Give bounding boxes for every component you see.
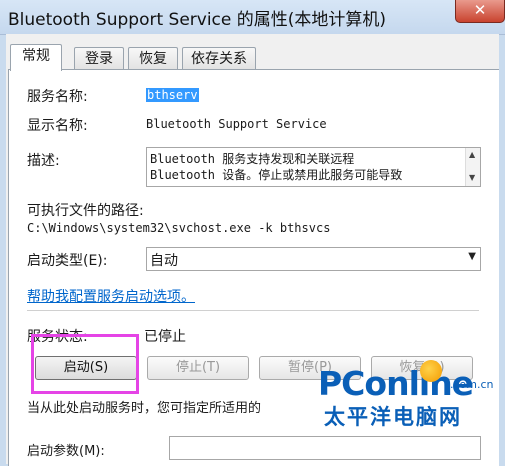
service-name-text: bthserv [146, 88, 199, 102]
service-name-label: 服务名称: [27, 89, 88, 105]
tab-dependencies[interactable]: 依存关系 [182, 47, 256, 70]
display-name-label: 显示名称: [27, 118, 88, 134]
scroll-down-icon[interactable]: ▼ [469, 173, 475, 182]
close-icon: ✕ [473, 1, 487, 19]
watermark-domain: .com.cn [450, 378, 494, 391]
service-properties-window: Bluetooth Support Service 的属性(本地计算机) ✕ 常… [0, 0, 505, 466]
exec-path-value: C:\Windows\system32\svchost.exe -k bthsv… [27, 221, 331, 235]
close-button[interactable]: ✕ [455, 0, 505, 23]
startup-type-select[interactable]: 自动 ▼ [146, 247, 481, 271]
description-scrollbar[interactable]: ▲ ▼ [465, 148, 480, 186]
description-line: Bluetooth 服务支持发现和关联远程 [150, 152, 355, 166]
exec-path-label: 可执行文件的路径: [27, 203, 144, 219]
scroll-up-icon[interactable]: ▲ [469, 150, 475, 159]
start-params-input[interactable] [169, 436, 481, 460]
service-name-value[interactable]: bthserv [146, 88, 199, 102]
startup-type-value: 自动 [150, 253, 178, 269]
tab-recovery[interactable]: 恢复 [128, 47, 178, 70]
stop-button[interactable]: 停止(T) [147, 356, 249, 380]
start-params-label: 启动参数(M): [27, 444, 105, 459]
chevron-down-icon: ▼ [468, 251, 476, 262]
display-name-value: Bluetooth Support Service [146, 117, 327, 131]
service-status-value: 已停止 [144, 329, 186, 345]
tab-general[interactable]: 常规 [10, 44, 62, 71]
title-bar[interactable]: Bluetooth Support Service 的属性(本地计算机) ✕ [0, 0, 505, 35]
watermark-cn: 太平洋电脑网 [324, 405, 462, 429]
start-button-highlight [31, 334, 139, 394]
tab-logon[interactable]: 登录 [74, 47, 124, 70]
start-params-hint: 当从此处启动服务时，您可指定所适用的 [27, 401, 262, 416]
watermark-logo-icon [420, 360, 442, 382]
description-textbox[interactable]: Bluetooth 服务支持发现和关联远程 Bluetooth 设备。停止或禁用… [146, 147, 481, 187]
separator [27, 310, 479, 311]
description-label: 描述: [27, 153, 60, 169]
pconline-watermark: PConline .com.cn 太平洋电脑网 [318, 360, 498, 430]
startup-type-label: 启动类型(E): [27, 253, 108, 269]
window-title: Bluetooth Support Service 的属性(本地计算机) [8, 10, 387, 30]
description-line: Bluetooth 设备。停止或禁用此服务可能导致 [150, 168, 403, 182]
help-configure-link[interactable]: 帮助我配置服务启动选项。 [27, 286, 195, 306]
